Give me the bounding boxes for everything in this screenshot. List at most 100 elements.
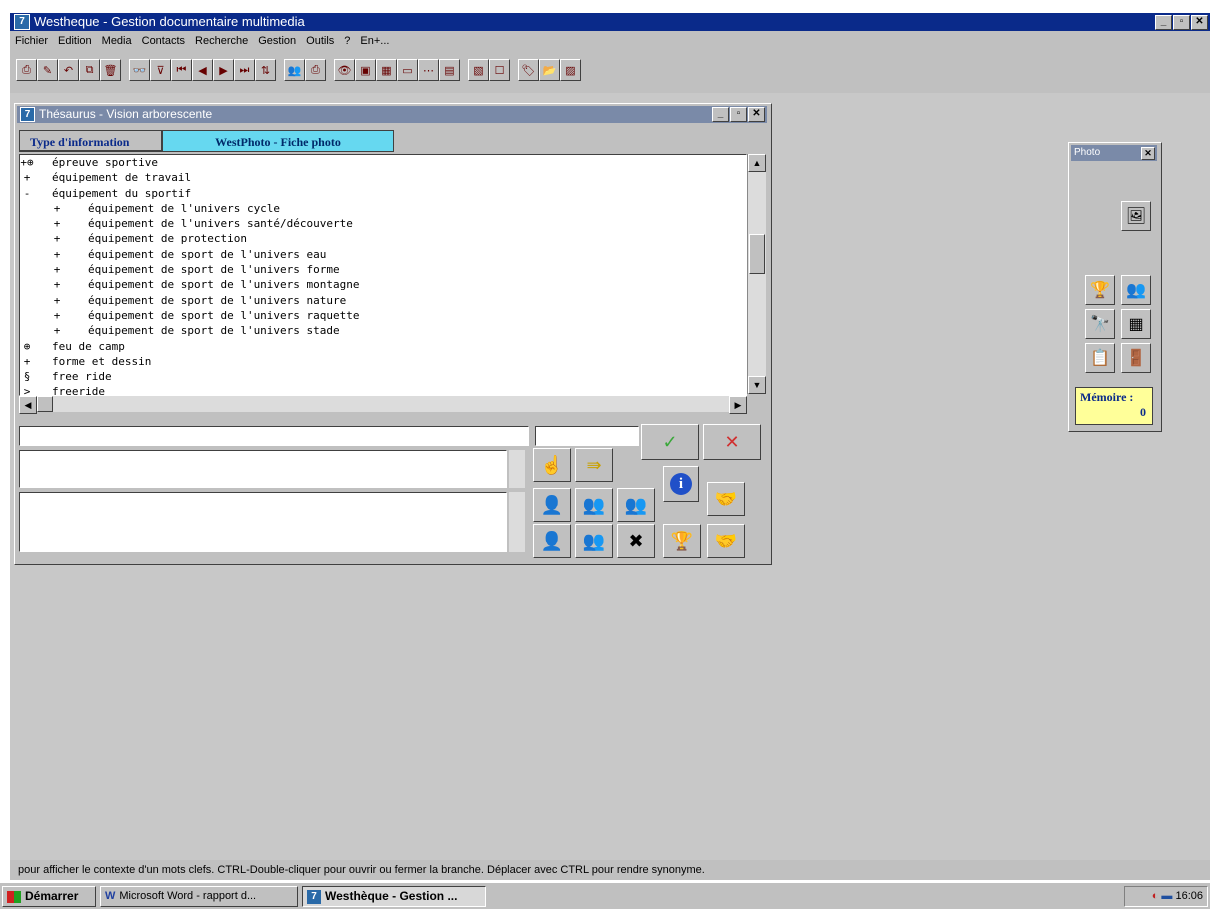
handshake-icon[interactable]: 🤝 — [707, 482, 745, 516]
clock[interactable]: 16:06 — [1175, 890, 1203, 902]
tree-node[interactable]: + équipement de travail — [20, 170, 746, 185]
sort-icon[interactable]: ⇅ — [255, 59, 276, 81]
palette-close-button[interactable]: ✕ — [1141, 146, 1155, 160]
person-arrow-left-icon[interactable]: 👤 — [533, 524, 571, 558]
scroll-down-button[interactable]: ▼ — [748, 376, 766, 394]
synonym-scrollbar[interactable] — [509, 450, 525, 488]
speaker-icon[interactable]: ◐ — [1152, 890, 1159, 902]
thesaurus-close-button[interactable]: ✕ — [748, 107, 765, 122]
scroll-up-button[interactable]: ▲ — [748, 154, 766, 172]
expand-toggle[interactable]: > — [20, 384, 34, 395]
tree-node[interactable]: + équipement de sport de l'univers stade — [20, 323, 746, 338]
tree-node[interactable]: § free ride — [20, 369, 746, 384]
tag-icon[interactable]: 🏷 — [518, 59, 539, 81]
expand-toggle[interactable]: + — [50, 308, 64, 323]
clipboard-icon[interactable]: 📋 — [1085, 343, 1115, 373]
menu-help[interactable]: ? — [339, 35, 355, 47]
tree-node[interactable]: +⊕ épreuve sportive — [20, 155, 746, 170]
exit-door-icon[interactable]: 🚪 — [1121, 343, 1151, 373]
handshake-cross-icon[interactable]: 🤝 — [707, 524, 745, 558]
expand-toggle[interactable]: + — [50, 293, 64, 308]
tree-node[interactable]: + équipement de l'univers santé/découvert… — [20, 216, 746, 231]
thesaurus-minimize-button[interactable]: _ — [712, 107, 729, 122]
menu-fichier[interactable]: Fichier — [10, 35, 53, 47]
filter-icon[interactable]: ⊽ — [150, 59, 171, 81]
copy-icon[interactable]: ⧉ — [79, 59, 100, 81]
expand-toggle[interactable]: + — [50, 216, 64, 231]
menu-gestion[interactable]: Gestion — [253, 35, 301, 47]
tab-westphoto-fiche[interactable]: WestPhoto - Fiche photo — [162, 130, 394, 152]
close-button[interactable]: ✕ — [1191, 14, 1208, 30]
tree-node[interactable]: + équipement de sport de l'univers raquet… — [20, 308, 746, 323]
menu-outils[interactable]: Outils — [301, 35, 339, 47]
tree-node[interactable]: ⊕ feu de camp — [20, 339, 746, 354]
tree-node[interactable]: + équipement de protection — [20, 231, 746, 246]
thesaurus-title-bar[interactable]: 7 Thésaurus - Vision arborescente _ ▫ ✕ — [17, 106, 767, 123]
expand-toggle[interactable]: + — [50, 231, 64, 246]
validate-button[interactable]: ✓ — [641, 424, 699, 460]
persons-icon[interactable]: 👥 — [575, 488, 613, 522]
scroll-right-button[interactable]: ▶ — [729, 396, 747, 414]
tree-vertical-scrollbar[interactable]: ▲ ▼ — [747, 154, 766, 394]
network-icon[interactable]: ▬ — [1161, 890, 1172, 902]
synonym-list[interactable] — [19, 450, 507, 488]
menu-media[interactable]: Media — [97, 35, 137, 47]
menu-edition[interactable]: Edition — [53, 35, 97, 47]
palette-title-bar[interactable]: Photo ✕ — [1071, 145, 1157, 161]
expand-toggle[interactable]: +⊕ — [20, 155, 34, 170]
tree-node[interactable]: + équipement de sport de l'univers eau — [20, 247, 746, 262]
tab-type-information[interactable]: Type d'information — [19, 130, 162, 152]
binoculars-icon[interactable]: 👓 — [129, 59, 150, 81]
expand-toggle[interactable]: + — [20, 170, 34, 185]
expand-toggle[interactable]: + — [50, 277, 64, 292]
group-icon[interactable]: 👥 — [617, 488, 655, 522]
tree-node[interactable]: + équipement de sport de l'univers nature — [20, 293, 746, 308]
person-cross-icon[interactable]: ✖ — [617, 524, 655, 558]
trash-icon[interactable]: 🗑 — [100, 59, 121, 81]
task-westheque[interactable]: 7 Westhèque - Gestion ... — [302, 886, 486, 907]
menu-recherche[interactable]: Recherche — [190, 35, 253, 47]
checkbox-icon[interactable]: ☐ — [489, 59, 510, 81]
expand-toggle[interactable]: + — [50, 262, 64, 277]
note-scrollbar[interactable] — [509, 492, 525, 552]
menu-contacts[interactable]: Contacts — [137, 35, 190, 47]
layout-icon[interactable]: ▧ — [468, 59, 489, 81]
photo-icon[interactable]: ▨ — [560, 59, 581, 81]
document-icon[interactable]: ▤ — [439, 59, 460, 81]
expand-toggle[interactable]: + — [50, 247, 64, 262]
tree-node[interactable]: > freeride — [20, 384, 746, 395]
expand-toggle[interactable]: ⊕ — [20, 339, 34, 354]
podium-icon[interactable]: 🏆 — [663, 524, 701, 558]
folder-help-icon[interactable]: 📂 — [539, 59, 560, 81]
start-button[interactable]: Démarrer — [2, 886, 96, 907]
menu-en[interactable]: En+... — [355, 35, 394, 47]
hscroll-thumb[interactable] — [37, 396, 53, 412]
hand-icon[interactable]: ☝ — [533, 448, 571, 482]
cancel-button[interactable]: ✕ — [703, 424, 761, 460]
task-word[interactable]: W Microsoft Word - rapport d... — [100, 886, 298, 907]
scroll-thumb[interactable] — [749, 234, 765, 274]
undo-icon[interactable]: ↶ — [58, 59, 79, 81]
tree-node[interactable]: - équipement du sportif — [20, 186, 746, 201]
maximize-button[interactable]: ▫ — [1173, 14, 1190, 30]
photo-scan-icon[interactable]: 🖼 — [1121, 201, 1151, 231]
tree-node[interactable]: + équipement de l'univers cycle — [20, 201, 746, 216]
people-icon[interactable]: 👥 — [1121, 275, 1151, 305]
tree-node[interactable]: + forme et dessin — [20, 354, 746, 369]
thesaurus-icon[interactable]: 7 — [20, 107, 35, 122]
prev-icon[interactable]: ◀ — [192, 59, 213, 81]
info-button[interactable]: i — [663, 466, 699, 502]
thesaurus-maximize-button[interactable]: ▫ — [730, 107, 747, 122]
expand-toggle[interactable]: + — [50, 323, 64, 338]
tree-node[interactable]: + équipement de sport de l'univers montag… — [20, 277, 746, 292]
note-field[interactable] — [19, 492, 507, 552]
print-icon[interactable]: ⎙ — [16, 59, 37, 81]
last-icon[interactable]: ⏭ — [234, 59, 255, 81]
grid-icon[interactable]: ▦ — [376, 59, 397, 81]
binoculars-icon[interactable]: 🔭 — [1085, 309, 1115, 339]
keyword-input[interactable] — [19, 426, 529, 446]
expand-toggle[interactable]: § — [20, 369, 34, 384]
scroll-left-button[interactable]: ◀ — [19, 396, 37, 414]
code-input[interactable] — [535, 426, 639, 446]
app-icon[interactable]: 7 — [14, 14, 30, 30]
